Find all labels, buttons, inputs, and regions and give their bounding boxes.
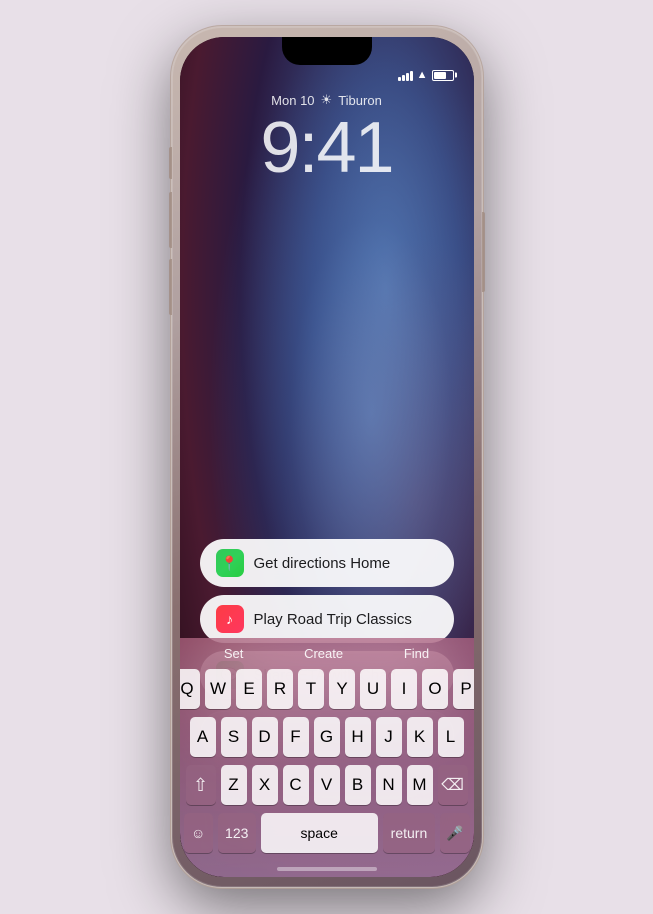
home-indicator (277, 867, 377, 871)
delete-key[interactable]: ⌫ (438, 765, 468, 805)
key-l[interactable]: L (438, 717, 464, 757)
status-icons: ▲ (398, 69, 454, 81)
key-y[interactable]: Y (329, 669, 355, 709)
mute-button (169, 147, 172, 179)
maps-pin-icon: 📍 (221, 555, 238, 572)
microphone-key[interactable]: 🎤 (440, 813, 469, 853)
shift-key[interactable]: ⇧ (186, 765, 216, 805)
lock-screen-content: Mon 10 ☀ Tiburon 9:41 (180, 92, 474, 184)
notch (282, 37, 372, 65)
key-g[interactable]: G (314, 717, 340, 757)
space-key[interactable]: space (261, 813, 378, 853)
key-o[interactable]: O (422, 669, 448, 709)
emoji-key[interactable]: ☺ (184, 813, 213, 853)
phone-frame: ▲ Mon 10 ☀ Tiburon 9:41 📍 (172, 27, 482, 887)
key-e[interactable]: E (236, 669, 262, 709)
key-t[interactable]: T (298, 669, 324, 709)
keyboard-row-2: A S D F G H J K L (186, 717, 468, 757)
key-v[interactable]: V (314, 765, 340, 805)
key-a[interactable]: A (190, 717, 216, 757)
location-label: Tiburon (338, 93, 382, 108)
suggestion-directions[interactable]: 📍 Get directions Home (200, 539, 454, 587)
power-button (482, 212, 485, 292)
wifi-icon: ▲ (417, 69, 428, 81)
shortcut-find[interactable]: Find (404, 646, 429, 661)
volume-down-button (169, 259, 172, 315)
key-j[interactable]: J (376, 717, 402, 757)
key-n[interactable]: N (376, 765, 402, 805)
keyboard-shortcuts-row: Set Create Find (184, 646, 470, 661)
key-p[interactable]: P (453, 669, 474, 709)
music-note-icon: ♪ (226, 611, 233, 627)
suggestion-music-text: Play Road Trip Classics (254, 611, 412, 628)
keyboard-row-3: ⇧ Z X C V B N M ⌫ (186, 765, 468, 805)
suggestion-music[interactable]: ♪ Play Road Trip Classics (200, 595, 454, 643)
music-icon: ♪ (216, 605, 244, 633)
phone-screen: ▲ Mon 10 ☀ Tiburon 9:41 📍 (180, 37, 474, 877)
123-key[interactable]: 123 (218, 813, 256, 853)
signal-icon (398, 69, 413, 81)
key-b[interactable]: B (345, 765, 371, 805)
battery-fill (434, 72, 447, 79)
key-u[interactable]: U (360, 669, 386, 709)
keyboard-rows: Q W E R T Y U I O P A S D F G (184, 669, 470, 805)
date-weather-bar: Mon 10 ☀ Tiburon (271, 92, 382, 108)
key-k[interactable]: K (407, 717, 433, 757)
signal-bar-4 (410, 71, 413, 81)
key-c[interactable]: C (283, 765, 309, 805)
key-w[interactable]: W (205, 669, 231, 709)
date-label: Mon 10 (271, 93, 314, 108)
key-f[interactable]: F (283, 717, 309, 757)
return-key[interactable]: return (383, 813, 436, 853)
shortcut-set[interactable]: Set (224, 646, 244, 661)
key-q[interactable]: Q (180, 669, 201, 709)
key-d[interactable]: D (252, 717, 278, 757)
key-x[interactable]: X (252, 765, 278, 805)
keyboard: Set Create Find Q W E R T Y U I O P (180, 638, 474, 877)
keyboard-row-1: Q W E R T Y U I O P (186, 669, 468, 709)
suggestion-directions-text: Get directions Home (254, 555, 391, 572)
key-z[interactable]: Z (221, 765, 247, 805)
shortcut-create[interactable]: Create (304, 646, 343, 661)
signal-bar-1 (398, 77, 401, 81)
volume-up-button (169, 192, 172, 248)
key-r[interactable]: R (267, 669, 293, 709)
key-m[interactable]: M (407, 765, 433, 805)
maps-icon: 📍 (216, 549, 244, 577)
signal-bar-3 (406, 73, 409, 81)
key-i[interactable]: I (391, 669, 417, 709)
keyboard-bottom-row: ☺ 123 space return 🎤 (184, 813, 470, 873)
key-h[interactable]: H (345, 717, 371, 757)
signal-bar-2 (402, 75, 405, 81)
time-display: 9:41 (260, 112, 392, 184)
sun-icon: ☀ (321, 92, 333, 108)
key-s[interactable]: S (221, 717, 247, 757)
battery-icon (432, 70, 454, 81)
